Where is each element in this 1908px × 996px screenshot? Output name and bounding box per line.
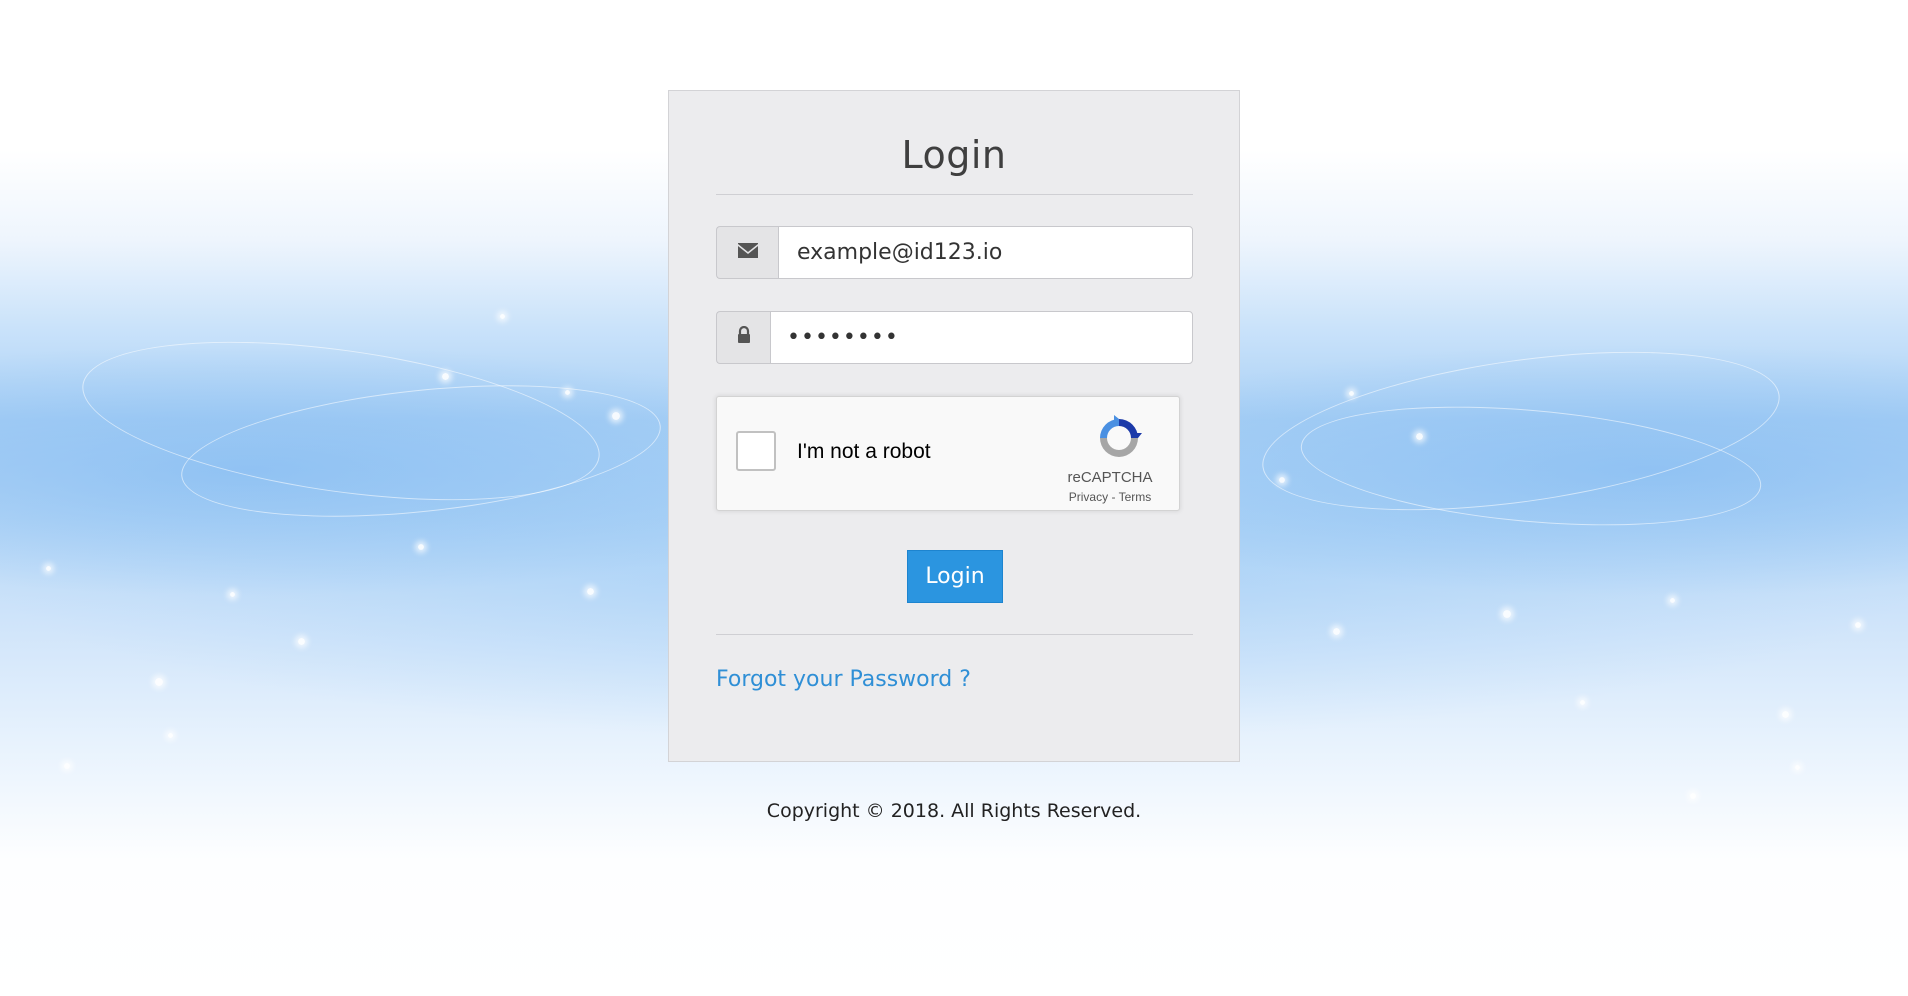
recaptcha-widget: I'm not a robot reCAPTCHA Privacy - Term… (716, 396, 1180, 511)
sparkle (230, 592, 235, 597)
login-panel: Login I'm not a robot (668, 90, 1240, 762)
sparkle (500, 314, 505, 319)
sparkle (168, 733, 173, 738)
envelope-icon (737, 242, 759, 264)
password-addon (716, 311, 770, 364)
sparkle (64, 763, 70, 769)
sparkle (1670, 598, 1675, 603)
email-addon (716, 226, 778, 279)
recaptcha-privacy-link[interactable]: Privacy (1069, 490, 1108, 504)
email-field[interactable] (778, 226, 1193, 279)
email-input-group (716, 226, 1193, 279)
sparkle (155, 678, 163, 686)
sparkle (418, 544, 424, 550)
forgot-password-link[interactable]: Forgot your Password ? (716, 667, 971, 692)
recaptcha-links: Privacy - Terms (1055, 490, 1165, 504)
recaptcha-terms-link[interactable]: Terms (1119, 490, 1152, 504)
sparkle (1416, 433, 1423, 440)
sparkle (612, 412, 620, 420)
copyright-text: Copyright © 2018. All Rights Reserved. (766, 800, 1142, 822)
sparkle (1795, 765, 1800, 770)
login-button[interactable]: Login (907, 550, 1003, 603)
sparkle (1782, 711, 1789, 718)
sparkle (565, 390, 570, 395)
recaptcha-label: I'm not a robot (797, 440, 931, 463)
title-divider (716, 194, 1193, 195)
page-title: Login (901, 133, 1007, 177)
sparkle (442, 373, 449, 380)
sparkle (1580, 700, 1585, 705)
recaptcha-logo-icon (1094, 413, 1144, 463)
password-input-group (716, 311, 1193, 364)
sparkle (1503, 610, 1511, 618)
lock-icon (737, 325, 751, 349)
sparkle (587, 588, 594, 595)
sparkle (298, 638, 305, 645)
sparkle (1333, 628, 1340, 635)
sparkle (1349, 391, 1354, 396)
sparkle (1690, 793, 1696, 799)
recaptcha-link-separator: - (1108, 490, 1119, 504)
recaptcha-brand: reCAPTCHA (1067, 469, 1153, 486)
footer-divider (716, 634, 1193, 635)
sparkle (1855, 622, 1861, 628)
recaptcha-checkbox[interactable] (736, 431, 776, 471)
sparkle (1279, 477, 1285, 483)
password-field[interactable] (770, 311, 1193, 364)
sparkle (46, 566, 51, 571)
